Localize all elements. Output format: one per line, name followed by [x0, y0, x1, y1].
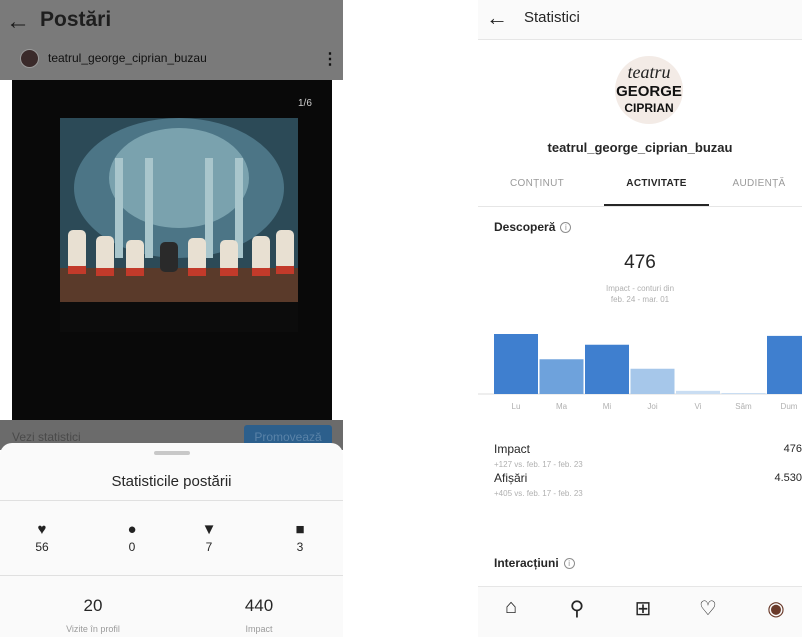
chart-bar-ma[interactable] — [539, 359, 584, 394]
home-icon[interactable]: ⌂ — [496, 596, 526, 619]
back-arrow-icon[interactable]: ← — [486, 5, 508, 31]
discover-section-title: Descoperă i — [494, 220, 572, 234]
tab-activity[interactable]: ACTIVITATE — [604, 178, 709, 189]
chart-bar-sâm[interactable] — [721, 393, 766, 394]
search-icon[interactable]: ⚲ — [562, 596, 592, 621]
impressions-value: 4.530 — [774, 472, 802, 484]
tab-active-indicator — [604, 204, 709, 206]
profile-avatar-icon[interactable]: ◉ — [761, 596, 791, 621]
impressions-comparison: +405 vs. feb. 17 - feb. 23 — [494, 489, 583, 498]
chart-bar-lu[interactable] — [494, 334, 538, 394]
share-icon: ▼ — [201, 521, 217, 538]
back-arrow-icon[interactable]: ← — [6, 8, 30, 36]
more-options-icon[interactable]: ⋮ — [322, 49, 338, 69]
chart-day-label: Dum — [780, 402, 798, 411]
chart-day-label: Mi — [602, 402, 612, 411]
comments-count: 0 — [128, 540, 136, 554]
comment-icon: ● — [127, 521, 137, 538]
discover-title-text: Descoperă — [494, 220, 556, 234]
account-avatar[interactable] — [20, 49, 39, 68]
chart-day-label: Sâm — [735, 402, 752, 411]
divider — [0, 575, 343, 576]
page-title: Postări — [40, 8, 112, 31]
activity-heart-icon[interactable]: ♡ — [693, 596, 723, 621]
saves-count: 3 — [296, 540, 304, 554]
account-logo: teatru GEORGE CIPRIAN — [615, 56, 683, 124]
theatre-stage-photo — [60, 118, 298, 332]
logo-line-1: teatru — [627, 62, 671, 82]
page-title: Statistici — [524, 9, 580, 26]
interactions-title-text: Interacțiuni — [494, 556, 559, 570]
heart-icon: ♥ — [37, 521, 47, 538]
shares-count: 7 — [205, 540, 213, 554]
impact-label: Impact — [494, 442, 531, 456]
info-icon[interactable]: i — [560, 222, 572, 233]
discover-subtitle: Impact - conturi din — [605, 284, 675, 293]
chart-bar-dum[interactable] — [767, 335, 802, 394]
profile-visits-value: 20 — [83, 596, 103, 615]
account-name[interactable]: teatrul_george_ciprian_buzau — [48, 51, 207, 65]
tab-audience[interactable]: AUDIENȚĂ — [714, 178, 802, 189]
chart-day-label: Ma — [555, 402, 568, 411]
chart-day-label: Vi — [694, 402, 702, 411]
sheet-drag-handle[interactable] — [154, 451, 190, 455]
chart-day-label: Joi — [647, 402, 658, 411]
impressions-label: Afișări — [494, 471, 528, 485]
tab-divider — [478, 206, 802, 207]
chart-day-label: Lu — [511, 402, 521, 411]
account-name: teatrul_george_ciprian_buzau — [547, 140, 733, 155]
view-insights-link[interactable]: Vezi statistici — [12, 430, 81, 444]
chart-bar-mi[interactable] — [585, 344, 629, 394]
impact-comparison: +127 vs. feb. 17 - feb. 23 — [494, 460, 583, 469]
add-post-icon[interactable]: ⊞ — [628, 596, 658, 621]
logo-line-3: CIPRIAN — [624, 101, 674, 115]
sheet-title: Statisticile postării — [111, 473, 232, 490]
discover-value: 476 — [624, 252, 656, 273]
divider — [0, 500, 343, 501]
likes-count: 56 — [35, 540, 49, 554]
logo-line-2: GEORGE — [616, 83, 682, 100]
bookmark-icon: ■ — [295, 521, 305, 538]
chart-bar-vi[interactable] — [676, 390, 720, 394]
account-insights-screen: ← Statistici teatru GEORGE CIPRIAN teatr… — [478, 0, 802, 637]
discover-date-range: feb. 24 - mar. 01 — [610, 295, 670, 304]
info-icon[interactable]: i — [563, 558, 575, 569]
photo-counter: 1/6 — [298, 98, 312, 109]
reach-label: Impact — [245, 624, 273, 634]
post-insights-screen: ← Postări teatrul_george_ciprian_buzau ⋮… — [0, 0, 343, 637]
interactions-section-title: Interacțiuni i — [494, 556, 575, 570]
tab-content[interactable]: CONȚINUT — [492, 178, 582, 189]
impact-value: 476 — [783, 443, 802, 455]
reach-value: 440 — [244, 596, 274, 615]
profile-visits-label: Vizite în profil — [66, 624, 120, 634]
daily-reach-chart — [478, 334, 802, 395]
chart-bar-joi[interactable] — [630, 368, 675, 394]
